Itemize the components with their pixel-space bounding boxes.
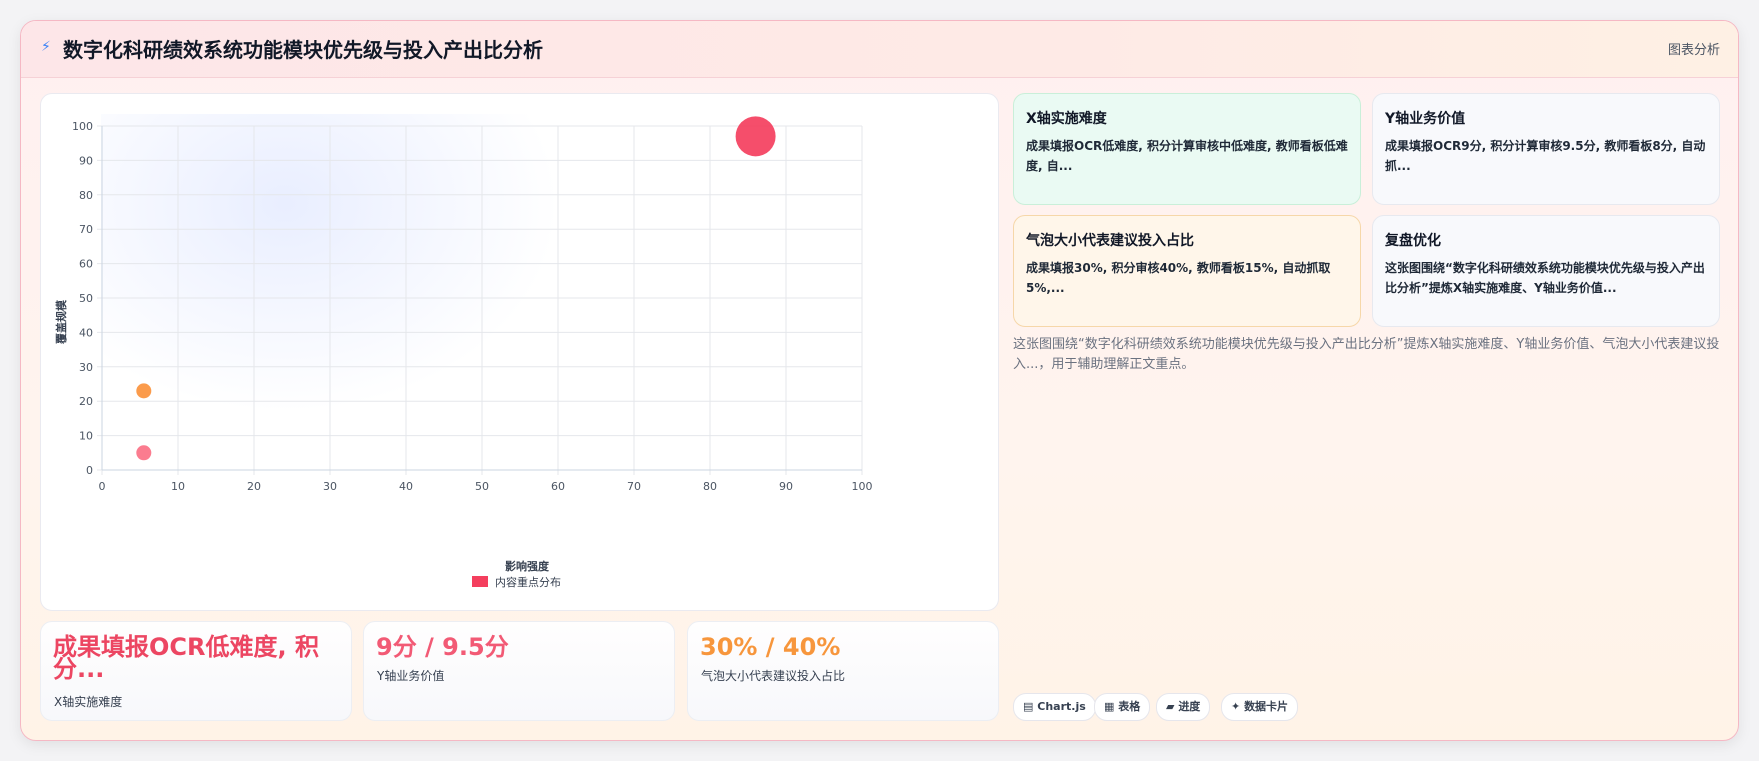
legend-label: 内容重点分布 (495, 575, 561, 589)
kpi-label: X轴实施难度 (54, 695, 123, 709)
tag-data-card[interactable]: ✦ 数据卡片 (1221, 693, 1299, 721)
page-title: 数字化科研绩效系统功能模块优先级与投入产出比分析 (63, 38, 543, 62)
tag-progress[interactable]: ▰ 进度 (1156, 693, 1211, 721)
x-tick-label: 90 (779, 480, 793, 493)
table-icon: ▦ (1104, 700, 1115, 713)
y-tick-label: 40 (79, 326, 93, 339)
y-tick-label: 80 (79, 189, 93, 202)
info-card-text: 这张图围绕“数字化科研绩效系统功能模块优先级与投入产出比分析”提炼X轴实施难度、… (1385, 261, 1705, 295)
bubble-point[interactable] (136, 445, 152, 461)
kpi-card-difficulty: 成果填报OCR低难度, 积分... X轴实施难度 (40, 621, 352, 721)
main-card: ⚡ 数字化科研绩效系统功能模块优先级与投入产出比分析 图表分析 0 10 20 30 4… (20, 20, 1739, 741)
legend-swatch (472, 576, 488, 587)
info-card-title: X轴实施难度 (1026, 111, 1107, 127)
y-tick-label: 90 (79, 154, 93, 167)
chart-analysis-button[interactable]: 图表分析 (1668, 39, 1720, 58)
x-tick-label: 80 (703, 480, 717, 493)
info-card-title: 复盘优化 (1385, 233, 1441, 249)
tag-table[interactable]: ▦ 表格 (1094, 693, 1151, 721)
sparkle-icon: ✦ (1231, 700, 1241, 713)
y-tick-label: 10 (79, 430, 93, 443)
kpi-value: 成果填报OCR低难度, 积分... (53, 633, 319, 683)
y-tick-label: 0 (86, 464, 93, 477)
scatter-chart: 0 10 20 30 40 50 60 70 80 90 100 0 10 20 30 40 50 60 70 80 9… (54, 116, 873, 589)
y-axis-label: 覆盖规模 (54, 299, 68, 344)
kpi-label: Y轴业务价值 (377, 669, 445, 683)
tag-label: 表格 (1118, 700, 1141, 713)
kpi-card-investment: 30% / 40% 气泡大小代表建议投入占比 (687, 621, 999, 721)
y-tick-label: 30 (79, 361, 93, 374)
progress-icon: ▰ (1166, 700, 1175, 713)
x-tick-label: 100 (852, 480, 873, 493)
info-card-text: 成果填报30%, 积分审核40%, 教师看板15%, 自动抓取5%,... (1026, 261, 1331, 295)
info-card-title: Y轴业务价值 (1385, 111, 1466, 127)
y-tick-label: 100 (72, 120, 93, 133)
kpi-value: 9分 / 9.5分 (376, 633, 509, 661)
info-card-text: 成果填报OCR9分, 积分计算审核9.5分, 教师看板8分, 自动抓... (1385, 139, 1706, 173)
info-card-text: 成果填报OCR低难度, 积分计算审核中低难度, 教师看板低难度, 自... (1026, 139, 1348, 173)
x-tick-label: 30 (323, 480, 337, 493)
chart-icon: ▤ (1023, 700, 1034, 713)
x-tick-label: 10 (171, 480, 185, 493)
kpi-card-value: 9分 / 9.5分 Y轴业务价值 (363, 621, 675, 721)
y-tick-label: 70 (79, 223, 93, 236)
summary-text: 这张图围绕“数字化科研绩效系统功能模块优先级与投入产出比分析”提炼X轴实施难度、… (1013, 337, 1720, 372)
legend[interactable]: 内容重点分布 (472, 575, 561, 589)
card-header: ⚡ 数字化科研绩效系统功能模块优先级与投入产出比分析 图表分析 (21, 21, 1738, 78)
x-tick-label: 40 (399, 480, 413, 493)
info-card-x-axis: X轴实施难度 成果填报OCR低难度, 积分计算审核中低难度, 教师看板低难度, … (1013, 93, 1361, 205)
y-tick-label: 60 (79, 258, 93, 271)
bubble-point[interactable] (136, 383, 152, 399)
kpi-label: 气泡大小代表建议投入占比 (701, 669, 846, 683)
info-card-review: 复盘优化 这张图围绕“数字化科研绩效系统功能模块优先级与投入产出比分析”提炼X轴… (1372, 215, 1720, 327)
tag-label: 数据卡片 (1244, 700, 1289, 713)
x-tick-label: 20 (247, 480, 261, 493)
x-tick-label: 50 (475, 480, 489, 493)
tag-label: Chart.js (1037, 700, 1086, 713)
lightning-icon: ⚡ (41, 39, 51, 55)
bubble-point[interactable] (735, 116, 776, 157)
x-tick-label: 60 (551, 480, 565, 493)
info-card-y-axis: Y轴业务价值 成果填报OCR9分, 积分计算审核9.5分, 教师看板8分, 自动… (1372, 93, 1720, 205)
info-card-title: 气泡大小代表建议投入占比 (1026, 233, 1194, 249)
tag-chartjs[interactable]: ▤ Chart.js (1013, 693, 1096, 721)
x-tick-label: 70 (627, 480, 641, 493)
y-tick-label: 50 (79, 292, 93, 305)
kpi-value: 30% / 40% (700, 633, 841, 661)
y-tick-label: 20 (79, 395, 93, 408)
tag-label: 进度 (1178, 700, 1201, 713)
chart-panel: 0 10 20 30 40 50 60 70 80 90 100 0 10 20 30 40 50 60 70 80 9… (40, 93, 999, 611)
info-card-bubble-size: 气泡大小代表建议投入占比 成果填报30%, 积分审核40%, 教师看板15%, … (1013, 215, 1361, 327)
x-axis-label: 影响强度 (505, 559, 550, 573)
x-tick-label: 0 (99, 480, 106, 493)
